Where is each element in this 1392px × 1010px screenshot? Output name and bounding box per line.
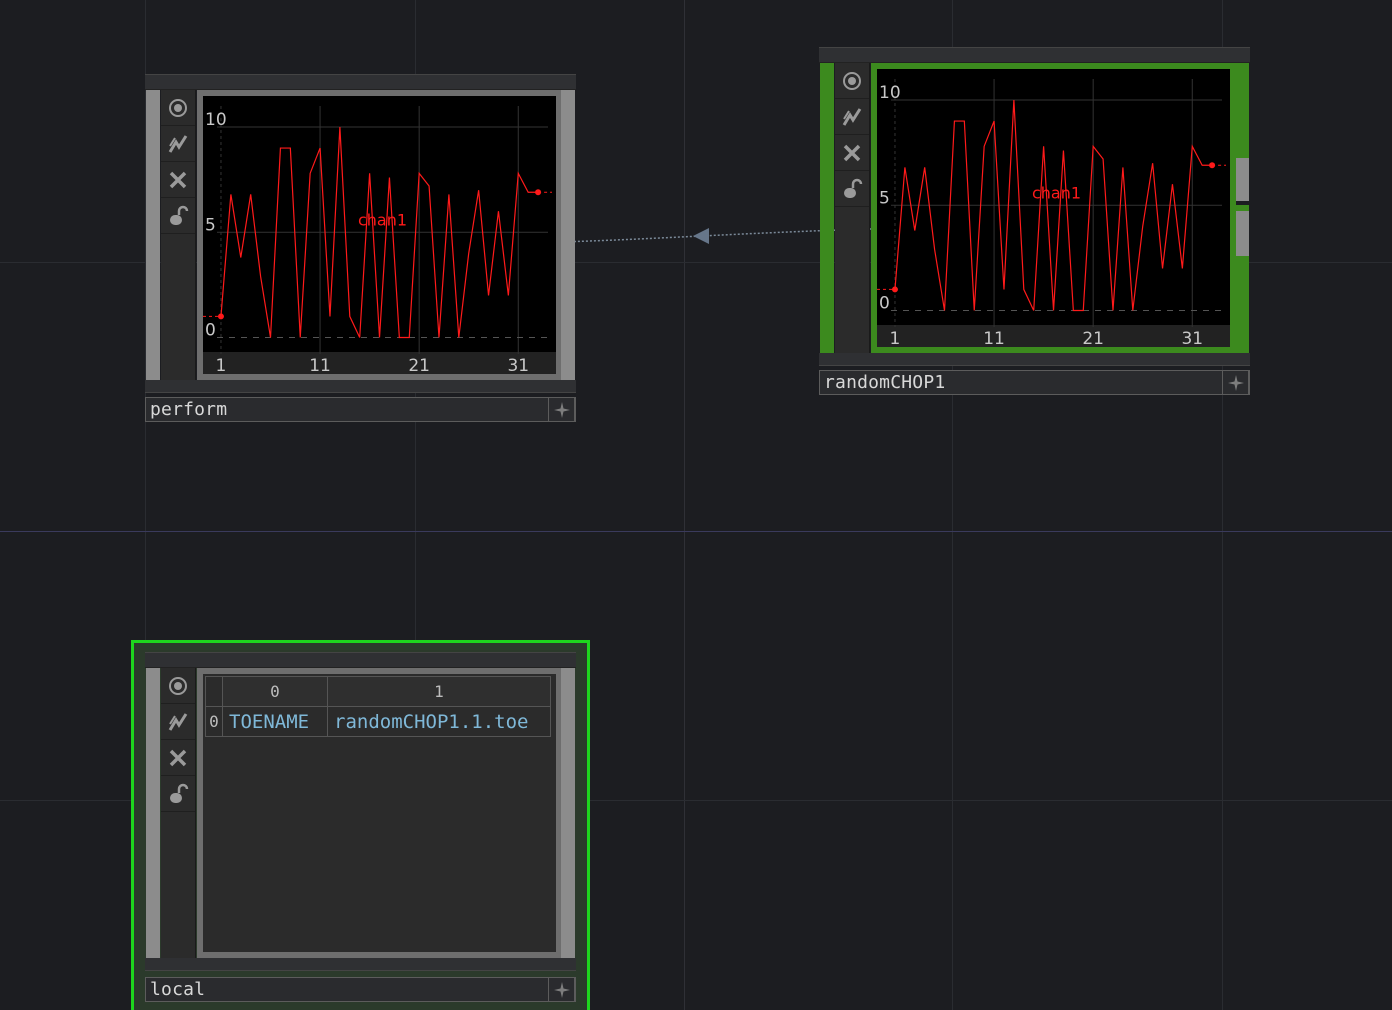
node-name-field[interactable]: perform bbox=[145, 397, 576, 422]
y-tick-label: 5 bbox=[879, 188, 890, 208]
y-tick-label: 10 bbox=[879, 83, 901, 103]
y-tick-label: 0 bbox=[205, 320, 216, 340]
dat-table: 0 1 0 TOENAME randomCHOP1.1.toe bbox=[205, 676, 551, 737]
node-name[interactable]: perform bbox=[150, 399, 227, 420]
node-name[interactable]: randomCHOP1 bbox=[824, 372, 945, 393]
x-tick-label: 11 bbox=[309, 356, 331, 374]
node-right-bar[interactable] bbox=[1235, 63, 1249, 353]
lock-icon[interactable] bbox=[835, 171, 869, 207]
table-row: 0 TOENAME randomCHOP1.1.toe bbox=[205, 706, 551, 737]
add-icon[interactable] bbox=[548, 977, 575, 1002]
lock-icon[interactable] bbox=[161, 198, 195, 234]
table-cell[interactable]: TOENAME bbox=[222, 706, 328, 737]
node-header-bar[interactable] bbox=[819, 47, 1250, 63]
viewer-active-icon[interactable] bbox=[835, 63, 869, 99]
delete-icon[interactable] bbox=[161, 162, 195, 198]
x-ruler bbox=[877, 325, 1230, 347]
node-header-bar[interactable] bbox=[145, 74, 576, 90]
node-right-bar[interactable] bbox=[561, 668, 575, 958]
series-name-label: chan1 bbox=[1032, 184, 1081, 203]
delete-icon[interactable] bbox=[835, 135, 869, 171]
y-tick-label: 10 bbox=[205, 110, 227, 130]
x-tick-label: 21 bbox=[408, 356, 430, 374]
node-toolbar bbox=[161, 668, 196, 958]
wire-arrow-icon bbox=[693, 228, 709, 244]
randomchop1-node[interactable]: 1 11 21 31 0 5 10 chan1 randomCHOP1 bbox=[819, 47, 1250, 397]
x-tick-label: 1 bbox=[216, 356, 227, 374]
node-name-field[interactable]: local bbox=[145, 977, 576, 1002]
output-connector[interactable] bbox=[1236, 211, 1249, 256]
column-header[interactable]: 0 bbox=[222, 676, 328, 707]
viewer-active-icon[interactable] bbox=[161, 90, 195, 126]
chop-viewer[interactable]: 1 11 21 31 0 5 10 chan1 bbox=[871, 63, 1236, 353]
series-start-point bbox=[217, 313, 224, 320]
table-header-row: 0 1 bbox=[205, 676, 551, 707]
node-name[interactable]: local bbox=[150, 979, 205, 1000]
series-name-label: chan1 bbox=[358, 211, 407, 230]
x-tick-label: 21 bbox=[1082, 329, 1104, 347]
node-name-field[interactable]: randomCHOP1 bbox=[819, 370, 1250, 395]
node-left-bar[interactable] bbox=[146, 668, 160, 958]
node-right-bar[interactable] bbox=[561, 90, 575, 380]
x-ruler bbox=[203, 352, 556, 374]
output-connector[interactable] bbox=[1236, 158, 1249, 205]
node-left-bar[interactable] bbox=[146, 90, 160, 380]
series-end-point bbox=[1209, 162, 1216, 169]
y-tick-label: 5 bbox=[205, 215, 216, 235]
local-node[interactable]: 0 1 0 TOENAME randomCHOP1.1.toe local bbox=[145, 652, 576, 1010]
add-icon[interactable] bbox=[548, 397, 575, 422]
perform-node[interactable]: 1 11 21 31 0 5 10 chan1 perform bbox=[145, 74, 576, 424]
x-tick-label: 11 bbox=[983, 329, 1005, 347]
x-tick-label: 31 bbox=[1181, 329, 1203, 347]
delete-icon[interactable] bbox=[161, 740, 195, 776]
node-footer-bar[interactable] bbox=[145, 380, 576, 393]
node-header-bar[interactable] bbox=[145, 652, 576, 668]
table-corner-cell bbox=[205, 676, 223, 707]
node-toolbar bbox=[161, 90, 196, 380]
add-icon[interactable] bbox=[1222, 370, 1249, 395]
bypass-icon[interactable] bbox=[161, 704, 195, 740]
channel-chart: 1 11 21 310510chan1 bbox=[877, 79, 1230, 349]
lock-icon[interactable] bbox=[161, 776, 195, 812]
table-cell[interactable]: randomCHOP1.1.toe bbox=[327, 706, 551, 737]
table-viewer[interactable]: 0 1 0 TOENAME randomCHOP1.1.toe bbox=[197, 668, 562, 958]
bypass-icon[interactable] bbox=[835, 99, 869, 135]
channel-chart: 1 11 21 310510chan1 bbox=[203, 106, 556, 376]
y-tick-label: 0 bbox=[879, 293, 890, 313]
x-tick-label: 1 bbox=[890, 329, 901, 347]
x-tick-label: 31 bbox=[507, 356, 529, 374]
node-footer-bar[interactable] bbox=[819, 353, 1250, 366]
column-header[interactable]: 1 bbox=[327, 676, 551, 707]
chop-viewer[interactable]: 1 11 21 31 0 5 10 chan1 bbox=[197, 90, 562, 380]
viewer-active-icon[interactable] bbox=[161, 668, 195, 704]
node-left-bar[interactable] bbox=[820, 63, 834, 353]
node-footer-bar[interactable] bbox=[145, 958, 576, 971]
series-start-point bbox=[891, 286, 898, 293]
series-end-point bbox=[535, 189, 542, 196]
node-toolbar bbox=[835, 63, 870, 353]
bypass-icon[interactable] bbox=[161, 126, 195, 162]
row-index[interactable]: 0 bbox=[205, 706, 223, 737]
